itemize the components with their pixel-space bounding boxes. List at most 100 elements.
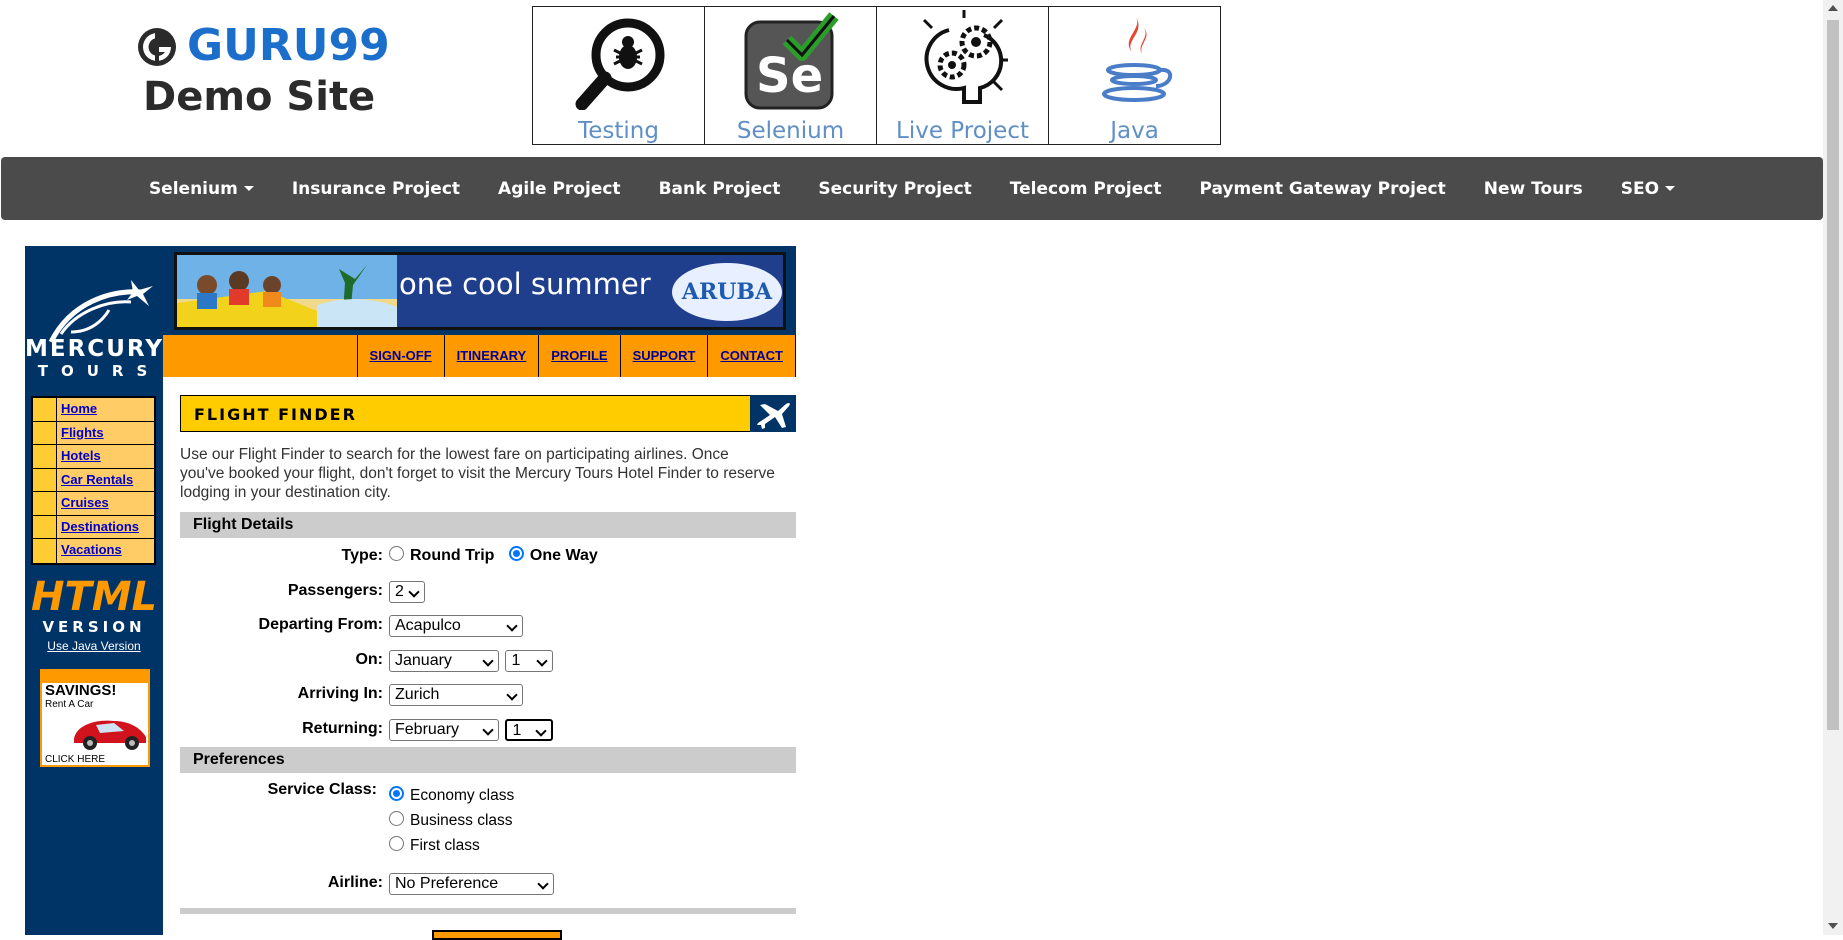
passengers-control: 2: [389, 580, 425, 603]
departing-date-control: January 1: [389, 649, 554, 672]
side-link-car-rentals[interactable]: Car Rentals: [57, 468, 154, 491]
nav-label: SEO: [1620, 178, 1660, 199]
nav-telecom-project[interactable]: Telecom Project: [991, 179, 1181, 199]
business-label: Business class: [410, 812, 513, 829]
side-link-vacations[interactable]: Vacations: [57, 539, 154, 563]
departing-from-select[interactable]: Acapulco: [389, 615, 523, 637]
savings-click-here: CLICK HERE: [45, 754, 106, 765]
side-link-home[interactable]: Home: [57, 398, 154, 421]
course-live-project[interactable]: Live Project: [876, 6, 1049, 145]
selenium-icon: Se: [744, 12, 839, 110]
course-java[interactable]: Java: [1048, 6, 1221, 145]
beach-photo-image: [177, 255, 397, 327]
continue-button[interactable]: [432, 930, 562, 940]
round-trip-label: Round Trip: [410, 547, 495, 564]
side-link-cruises[interactable]: Cruises: [57, 492, 154, 515]
use-java-version-link[interactable]: Use Java Version: [25, 639, 163, 653]
flight-finder-main: FLIGHT FINDER Use our Flight Finder to s…: [180, 395, 796, 914]
departing-month-select[interactable]: January: [389, 649, 499, 672]
returning-row: Returning: February 1: [180, 711, 796, 746]
preferences-header: Preferences: [180, 747, 796, 773]
aruba-banner[interactable]: one cool summer ARUBA: [174, 252, 786, 330]
side-link-hotels[interactable]: Hotels: [57, 445, 154, 468]
mercury-brand-sub: TOURS: [37, 362, 161, 380]
nav-agile-project[interactable]: Agile Project: [479, 179, 640, 199]
scroll-down-icon[interactable]: [1828, 923, 1838, 929]
airline-row: Airline: No Preference: [180, 865, 796, 900]
on-label: On:: [355, 650, 383, 668]
scroll-up-icon[interactable]: [1828, 5, 1838, 11]
side-link-flights[interactable]: Flights: [57, 421, 154, 444]
type-row: Type: Round Trip One Way: [180, 538, 796, 573]
arriving-row: Arriving In: Zurich: [180, 676, 796, 711]
html-version-title: HTML: [30, 574, 158, 620]
airline-select[interactable]: No Preference: [389, 873, 554, 895]
nav-selenium[interactable]: Selenium: [130, 179, 273, 199]
link-contact[interactable]: CONTACT: [708, 335, 796, 377]
side-link-destinations[interactable]: Destinations: [57, 515, 154, 538]
first-class-radio[interactable]: [389, 836, 404, 851]
menu-bullet: [33, 539, 57, 563]
round-trip-radio[interactable]: [389, 546, 404, 561]
one-way-label: One Way: [529, 547, 598, 564]
nav-payment-gateway-project[interactable]: Payment Gateway Project: [1180, 179, 1464, 199]
red-car-icon: [74, 720, 146, 750]
side-menu-item: Destinations: [33, 515, 154, 539]
arriving-in-select[interactable]: Zurich: [389, 684, 523, 706]
scroll-thumb[interactable]: [1827, 20, 1839, 730]
returning-month-select[interactable]: February: [389, 718, 499, 741]
banner-area: one cool summer ARUBA: [163, 246, 796, 335]
course-label: Java: [1110, 118, 1159, 144]
nav-security-project[interactable]: Security Project: [799, 179, 990, 199]
logo-text: GURU99: [187, 20, 390, 71]
link-profile[interactable]: PROFILE: [539, 335, 621, 377]
logo-subtitle: Demo Site: [143, 74, 376, 120]
passengers-row: Passengers: 2: [180, 573, 796, 608]
course-selenium[interactable]: Se Selenium: [704, 6, 877, 145]
airplane-icon: [757, 402, 790, 429]
airline-label: Airline:: [327, 874, 383, 891]
passengers-select[interactable]: 2: [389, 580, 425, 603]
service-first-option: First class: [389, 833, 514, 858]
mercury-brand: MERCURY: [25, 336, 164, 362]
java-cup-icon: [1102, 14, 1172, 102]
menu-bullet: [33, 445, 57, 468]
mercury-sidebar: MERCURY TOURS Home Flights Hotels Car Re…: [25, 246, 163, 935]
guru99-logo[interactable]: GURU99 Demo Site: [137, 20, 407, 120]
svg-text:Se: Se: [756, 48, 823, 104]
link-sign-off[interactable]: SIGN-OFF: [358, 335, 445, 377]
main-navbar: Selenium Insurance Project Agile Project…: [1, 157, 1823, 220]
departing-day-select[interactable]: 1: [505, 649, 554, 672]
nav-bank-project[interactable]: Bank Project: [640, 179, 800, 199]
caret-down-icon: [1665, 186, 1676, 191]
side-menu-item: Hotels: [33, 445, 154, 469]
course-testing[interactable]: Testing: [532, 6, 705, 145]
link-itinerary[interactable]: ITINERARY: [445, 335, 540, 377]
nav-seo[interactable]: SEO: [1602, 179, 1694, 199]
departing-date-row: On: January 1: [180, 642, 796, 677]
economy-radio[interactable]: [389, 786, 404, 801]
course-label: Testing: [578, 118, 659, 144]
menu-bullet: [33, 398, 57, 421]
first-class-label: First class: [410, 837, 480, 854]
menu-bullet: [33, 515, 57, 538]
nav-insurance-project[interactable]: Insurance Project: [273, 179, 479, 199]
business-radio[interactable]: [389, 811, 404, 826]
side-menu-item: Home: [33, 398, 154, 422]
aruba-logo: ARUBA: [672, 263, 782, 321]
nav-new-tours[interactable]: New Tours: [1465, 179, 1602, 199]
side-menu-item: Flights: [33, 421, 154, 445]
page-scrollbar[interactable]: [1823, 0, 1843, 935]
one-way-radio[interactable]: [508, 546, 524, 561]
side-menu-item: Vacations: [33, 539, 154, 563]
caret-down-icon: [243, 186, 254, 191]
menu-bullet: [33, 468, 57, 491]
type-label: Type:: [341, 547, 383, 564]
flight-finder-intro: Use our Flight Finder to search for the …: [180, 446, 775, 501]
link-support[interactable]: SUPPORT: [621, 335, 709, 377]
departing-row: Departing From: Acapulco: [180, 607, 796, 642]
flight-finder-header: FLIGHT FINDER: [180, 395, 796, 432]
returning-day-select[interactable]: 1: [505, 718, 554, 741]
economy-label: Economy class: [410, 787, 515, 804]
savings-ad[interactable]: SAVINGS! Rent A Car CLICK HERE: [40, 669, 150, 767]
